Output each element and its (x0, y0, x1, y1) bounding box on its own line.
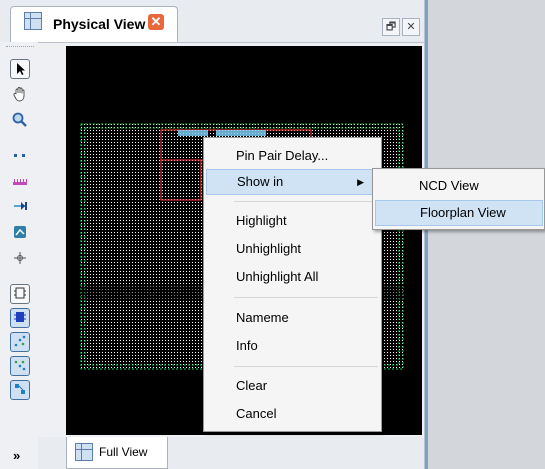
toolbar-overflow-icon[interactable]: » (13, 448, 20, 463)
ruler-icon[interactable] (10, 172, 30, 192)
menu-item-highlight[interactable]: Highlight (206, 208, 379, 234)
net-scatter-icon[interactable] (10, 332, 30, 352)
menu-item-cancel[interactable]: Cancel (206, 401, 379, 427)
submenu-item-ncd-view[interactable]: NCD View (375, 173, 543, 199)
menu-separator (234, 366, 378, 367)
chip-outline-icon[interactable] (10, 284, 30, 304)
tab-title: Physical View (53, 16, 146, 32)
menu-item-unhighlight-all[interactable]: Unhighlight All (206, 264, 379, 290)
select-arrow-icon[interactable] (10, 59, 30, 79)
grid-view-icon (75, 443, 93, 461)
menu-item-nameme[interactable]: Nameme (206, 305, 379, 331)
crosshair-icon[interactable] (10, 249, 30, 269)
tab-full-view[interactable]: Full View (66, 437, 168, 469)
menu-separator (234, 297, 378, 298)
menu-item-unhighlight[interactable]: Unhighlight (206, 236, 379, 262)
close-window-icon[interactable]: ✕ (402, 18, 420, 36)
menu-item-label: Show in (237, 174, 284, 189)
context-menu: Pin Pair Delay... Show in ▶ Highlight Un… (203, 137, 382, 432)
zoom-magnifier-icon[interactable] (10, 111, 30, 131)
submenu-arrow-icon: ▶ (357, 177, 364, 187)
menu-item-pin-pair-delay[interactable]: Pin Pair Delay... (206, 143, 379, 169)
net-connect-icon[interactable] (10, 380, 30, 400)
tab-physical-view[interactable]: Physical View ✕ (10, 6, 178, 42)
chip-fill-icon[interactable] (10, 308, 30, 328)
menu-item-info[interactable]: Info (206, 333, 379, 359)
tab-close-icon[interactable]: ✕ (148, 14, 164, 30)
restore-window-icon[interactable]: 🗗 (382, 18, 400, 36)
show-in-submenu: NCD View Floorplan View (372, 168, 545, 230)
grid-view-icon (24, 12, 42, 30)
tab-label: Full View (99, 445, 148, 459)
arrow-left-icon[interactable] (10, 197, 30, 217)
adjacent-panel (425, 0, 545, 469)
menu-item-clear[interactable]: Clear (206, 373, 379, 399)
net-scatter-2-icon[interactable] (10, 356, 30, 376)
pan-hand-icon[interactable] (10, 85, 30, 105)
menu-item-show-in[interactable]: Show in ▶ (206, 169, 379, 195)
route-icon[interactable] (10, 223, 30, 243)
dots-icon[interactable] (10, 146, 30, 166)
toolbar-grip (6, 46, 34, 48)
menu-separator (234, 201, 378, 202)
submenu-item-floorplan-view[interactable]: Floorplan View (375, 200, 543, 226)
